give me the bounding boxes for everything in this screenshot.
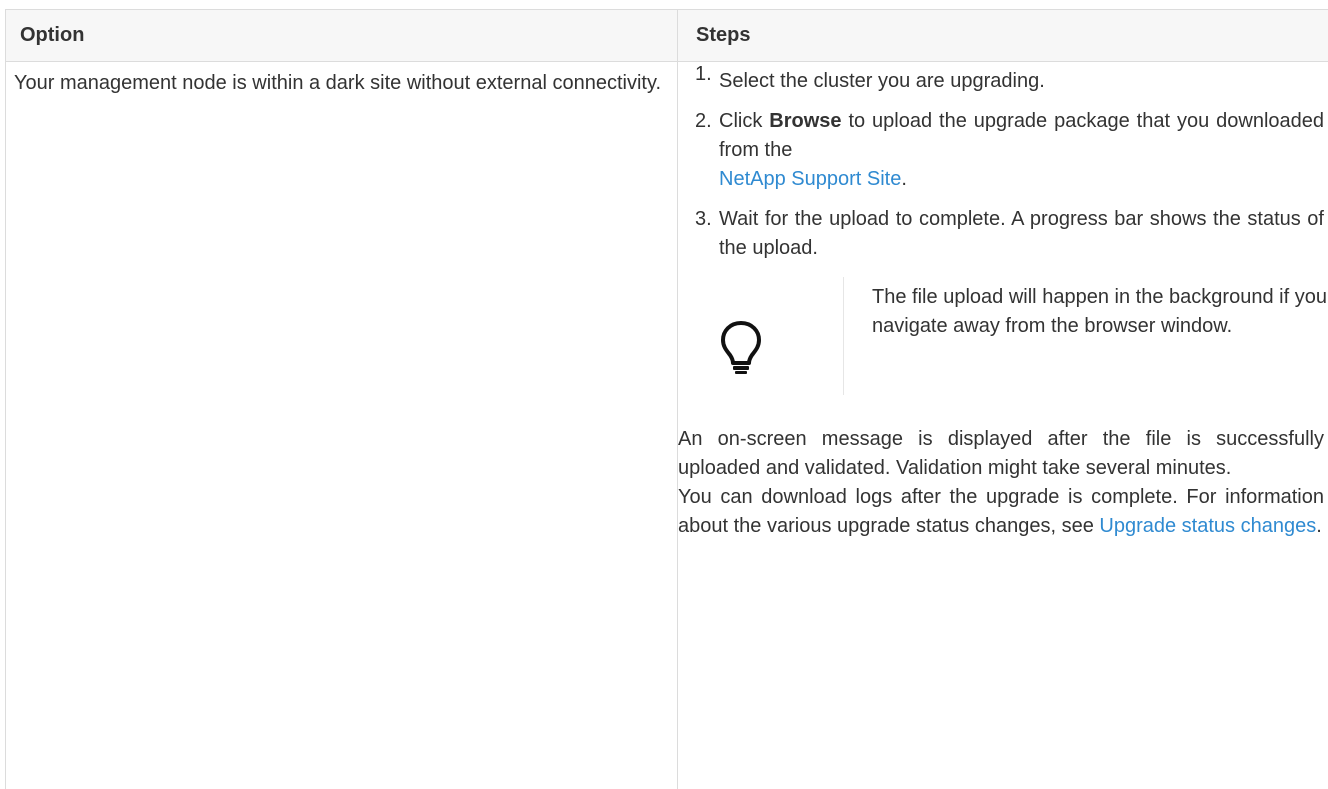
step-text: Wait for the upload to complete. A progr… [719, 208, 1324, 259]
browse-label: Browse [769, 110, 842, 132]
header-steps: Steps [696, 24, 751, 46]
step-3: 3. Wait for the upload to complete. A pr… [678, 205, 1324, 263]
tip-admonition: The file upload will happen in the backg… [719, 277, 1327, 407]
upgrade-status-changes-link[interactable]: Upgrade status changes [1099, 515, 1316, 537]
steps-list: 1. Select the cluster you are upgrading.… [678, 60, 1324, 263]
header-option: Option [20, 24, 85, 46]
step-text: Select the cluster you are upgrading. [719, 70, 1045, 92]
validation-paragraph: An on-screen message is displayed after … [678, 428, 1324, 479]
option-cell-text: Your management node is within a dark si… [14, 72, 662, 94]
netapp-support-site-link[interactable]: NetApp Support Site [719, 168, 901, 190]
step-number: 2. [695, 110, 712, 132]
logs-text-suffix: . [1316, 515, 1322, 537]
lightbulb-icon [721, 321, 761, 374]
step-number: 3. [695, 208, 712, 230]
step-text-prefix: Click [719, 110, 770, 132]
table-header-row: Option Steps [6, 10, 1328, 62]
step-number: 1. [695, 63, 712, 85]
step-2: 2. Click Browse to upload the upgrade pa… [678, 107, 1324, 194]
tip-divider [843, 277, 844, 395]
step-text-suffix: . [901, 168, 907, 190]
steps-cell: 1. Select the cluster you are upgrading.… [678, 60, 1327, 541]
logs-paragraph: You can download logs after the upgrade … [678, 483, 1324, 541]
tip-text: The file upload will happen in the backg… [872, 286, 1327, 337]
after-steps-text: An on-screen message is displayed after … [678, 425, 1324, 541]
step-1: 1. Select the cluster you are upgrading. [678, 60, 1324, 96]
